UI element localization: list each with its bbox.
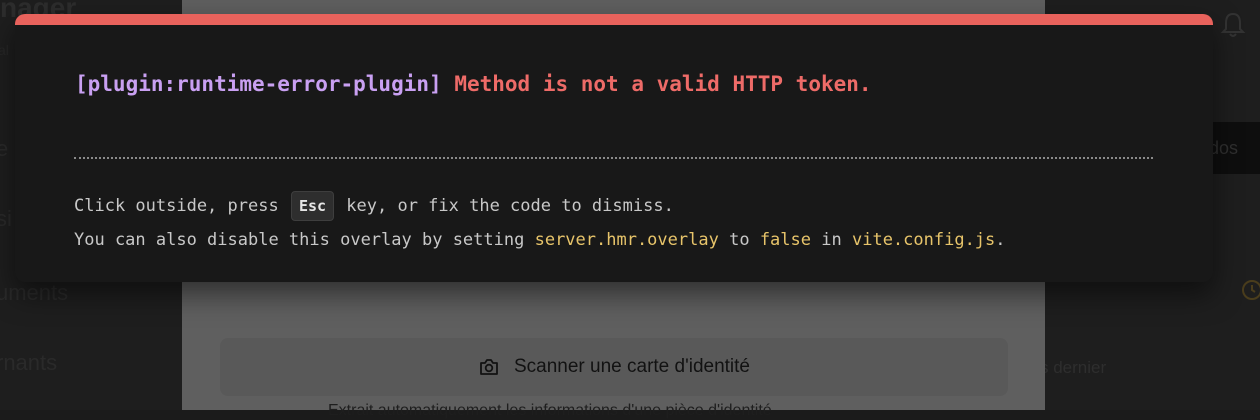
tip-text: Click outside, press <box>74 196 279 216</box>
sidebar-item[interactable]: si <box>0 206 12 232</box>
bell-icon[interactable] <box>1218 10 1248 40</box>
tip-text: in <box>821 230 842 250</box>
app-subtitle: al <box>0 42 9 58</box>
dismiss-tip: Click outside, press Esc key, or fix the… <box>74 191 674 221</box>
config-key-code: server.hmr.overlay <box>534 230 719 250</box>
scan-id-card-button[interactable]: Scanner une carte d'identité <box>220 338 1008 396</box>
scan-id-card-label: Scanner une carte d'identité <box>513 356 750 377</box>
camera-icon <box>480 359 498 375</box>
recent-text: s dernier <box>1040 358 1107 377</box>
tip-text: key, or fix the code to dismiss. <box>346 196 674 216</box>
tip-text: to <box>729 230 750 250</box>
tip-text: . <box>995 230 1006 250</box>
clock-icon <box>1242 280 1260 300</box>
sidebar-item[interactable]: uments <box>0 280 68 306</box>
config-file-code: vite.config.js <box>851 230 996 250</box>
divider <box>74 157 1153 159</box>
sidebar-item[interactable]: rnants <box>0 350 57 376</box>
error-message-line: [plugin:runtime-error-plugin] Method is … <box>75 72 872 96</box>
sidebar-item[interactable]: e <box>0 136 8 162</box>
tip-text: You can also disable this overlay by set… <box>74 230 525 250</box>
error-message: Method is not a valid HTTP token. <box>454 72 872 96</box>
config-value-code: false <box>759 230 811 250</box>
plugin-tag: [plugin:runtime-error-plugin] <box>75 72 442 96</box>
esc-key: Esc <box>290 191 335 221</box>
error-overlay[interactable]: [plugin:runtime-error-plugin] Method is … <box>15 14 1213 282</box>
scan-note: Extrait automatiquement les informations… <box>328 402 772 419</box>
disable-tip: You can also disable this overlay by set… <box>74 230 1006 250</box>
